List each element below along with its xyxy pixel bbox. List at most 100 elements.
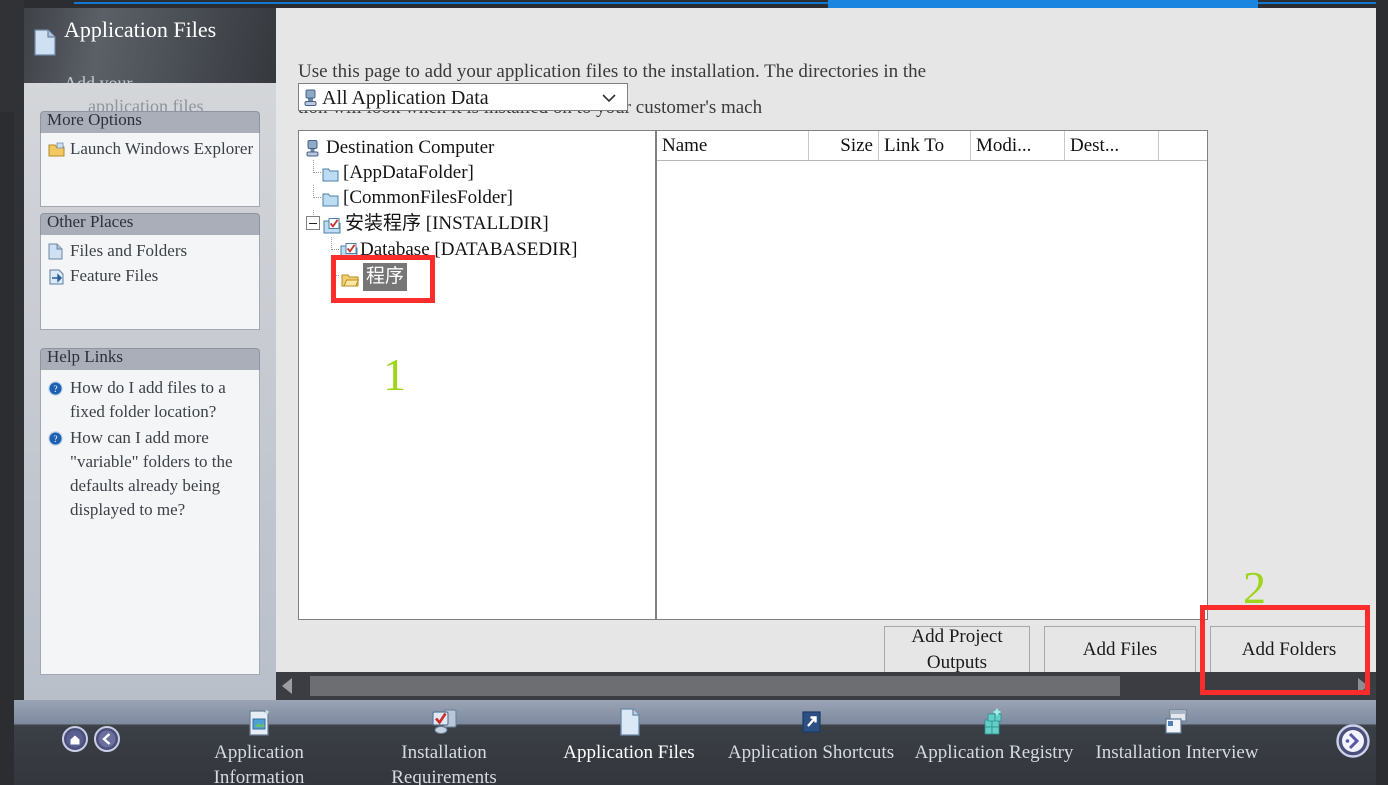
panel-more-options-body: Launch Windows Explorer: [40, 133, 260, 207]
panel-more-options-title: More Options: [40, 111, 260, 133]
help-link-label: How can I add more "variable" folders to…: [70, 428, 233, 519]
column-header-link-to[interactable]: Link To: [879, 131, 971, 160]
panel-help-links-body: ? How do I add files to a fixed folder l…: [40, 370, 260, 675]
column-header-label: Name: [662, 135, 708, 156]
annotation-number-2: 2: [1243, 562, 1266, 613]
panel-other-places-body: Files and Folders Feature Files: [40, 235, 260, 330]
file-list-view[interactable]: Name Size Link To Modi... Dest...: [656, 130, 1208, 620]
application-shortcuts-icon: [726, 704, 896, 738]
sidebar-item-files-and-folders[interactable]: Files and Folders: [46, 239, 254, 263]
panel-help-links-title: Help Links: [40, 348, 260, 370]
help-link-label: How do I add files to a fixed folder loc…: [70, 378, 226, 421]
sidebar-subtitle: Add your: [64, 73, 133, 83]
column-header-name[interactable]: Name: [657, 131, 809, 160]
tree-item-commonfilesfolder[interactable]: [CommonFilesFolder]: [299, 185, 657, 210]
annotation-box-add-folders: [1200, 605, 1370, 695]
folder-icon: [322, 164, 339, 182]
document-icon: [48, 243, 65, 260]
help-question-icon: ?: [48, 429, 63, 446]
arrow-left-icon[interactable]: [282, 678, 292, 694]
back-arrow-icon[interactable]: [94, 726, 120, 752]
sidebar-item-label: Launch Windows Explorer: [70, 139, 254, 158]
home-icon[interactable]: [62, 726, 88, 752]
nav-item-application-registry[interactable]: Application Registry: [909, 704, 1079, 765]
sidebar-item-launch-windows-explorer[interactable]: Launch Windows Explorer: [46, 137, 254, 161]
button-label: Add Project Outputs: [911, 626, 1003, 673]
column-header-label: Dest...: [1070, 135, 1120, 156]
tree-item-label: [AppDataFolder]: [343, 162, 474, 183]
application-information-icon: [174, 704, 344, 738]
sidebar-item-label: Feature Files: [70, 266, 159, 285]
sidebar-item-label: Files and Folders: [70, 241, 188, 260]
nav-item-application-files[interactable]: Application Files: [544, 704, 714, 765]
destination-tree[interactable]: Destination Computer [AppDataFolder] [Co…: [298, 130, 656, 620]
column-header-label: Link To: [884, 135, 945, 156]
file-list-header: Name Size Link To Modi... Dest...: [657, 131, 1207, 161]
file-list-body[interactable]: [657, 161, 1207, 619]
tree-guide-line: [313, 197, 321, 198]
column-header-label: Modi...: [976, 135, 1032, 156]
column-header-destination[interactable]: Dest...: [1065, 131, 1159, 160]
column-header-size[interactable]: Size: [809, 131, 879, 160]
installation-interview-icon: [1092, 704, 1262, 738]
annotation-number-1: 1: [383, 349, 406, 400]
button-label: Add Files: [1082, 639, 1158, 660]
nav-item-label: Application Registry: [914, 742, 1074, 763]
application-data-select[interactable]: All Application Data: [298, 83, 628, 111]
chevron-down-icon[interactable]: [601, 91, 617, 103]
sidebar: Application Files Add your application f…: [24, 8, 276, 700]
svg-text:?: ?: [53, 435, 57, 445]
application-registry-icon: [909, 704, 1079, 738]
computer-icon: [305, 139, 322, 157]
main-panel: Use this page to add your application fi…: [276, 8, 1376, 700]
panel-more-options: More Options Launch Windows Explorer: [40, 111, 260, 207]
add-project-outputs-button[interactable]: Add Project Outputs: [884, 626, 1030, 674]
forward-arrow-icon[interactable]: [1336, 724, 1370, 758]
tree-guide-line: [313, 172, 321, 173]
panel-other-places: Other Places Files and Folders Feature F…: [40, 213, 260, 330]
window-left-border-inner: [0, 112, 14, 785]
folder-icon: [322, 189, 339, 207]
folder-shortcut-icon: [48, 141, 65, 157]
sidebar-header: Application Files Add your: [24, 8, 276, 83]
folder-check-icon: [323, 215, 341, 234]
tree-item-destination-computer[interactable]: Destination Computer: [299, 135, 657, 160]
nav-item-installation-interview[interactable]: Installation Interview: [1092, 704, 1262, 765]
panel-other-places-title: Other Places: [40, 213, 260, 235]
add-files-button[interactable]: Add Files: [1044, 626, 1196, 674]
nav-item-installation-requirements[interactable]: Installation Requirements: [359, 704, 529, 785]
document-icon: [34, 29, 56, 56]
application-data-select-value: All Application Data: [322, 87, 489, 109]
sidebar-item-feature-files[interactable]: Feature Files: [46, 264, 254, 288]
nav-item-label: Installation Requirements: [391, 742, 497, 785]
computer-icon: [303, 89, 318, 107]
panel-help-links: Help Links ? How do I add files to a fix…: [40, 348, 260, 675]
tree-guide-line: [331, 249, 339, 250]
nav-item-label: Application Information: [213, 742, 305, 785]
tree-item-label: Destination Computer: [326, 137, 495, 158]
feature-files-icon: [48, 268, 65, 285]
tree-item-label: 安装程序 [INSTALLDIR]: [345, 213, 549, 234]
help-question-icon: ?: [48, 379, 63, 396]
window-left-border: [0, 0, 24, 785]
scrollbar-thumb[interactable]: [310, 676, 1120, 696]
column-header-label: Size: [840, 135, 873, 156]
tree-expander-minus[interactable]: [306, 216, 320, 230]
help-link-fixed-folder[interactable]: ? How do I add files to a fixed folder l…: [46, 376, 254, 424]
annotation-box-tree-folder: [331, 255, 435, 303]
nav-item-label: Installation Interview: [1095, 742, 1259, 763]
installation-requirements-icon: [359, 704, 529, 738]
tree-item-appdatafolder[interactable]: [AppDataFolder]: [299, 160, 657, 185]
tree-item-installdir[interactable]: 安装程序 [INSTALLDIR]: [299, 210, 657, 237]
nav-item-application-information[interactable]: Application Information: [174, 704, 344, 785]
nav-item-label: Application Files: [563, 742, 695, 763]
bottom-navigation-bar: Application Information Installation Req…: [14, 700, 1376, 785]
sidebar-title: Application Files: [64, 17, 217, 42]
svg-text:?: ?: [53, 385, 57, 395]
help-link-variable-folders[interactable]: ? How can I add more "variable" folders …: [46, 426, 254, 522]
column-header-modified[interactable]: Modi...: [971, 131, 1065, 160]
tree-item-label: [CommonFilesFolder]: [343, 187, 513, 208]
nav-item-application-shortcuts[interactable]: Application Shortcuts: [726, 704, 896, 765]
nav-item-label: Application Shortcuts: [727, 742, 895, 763]
application-files-icon: [544, 704, 714, 738]
